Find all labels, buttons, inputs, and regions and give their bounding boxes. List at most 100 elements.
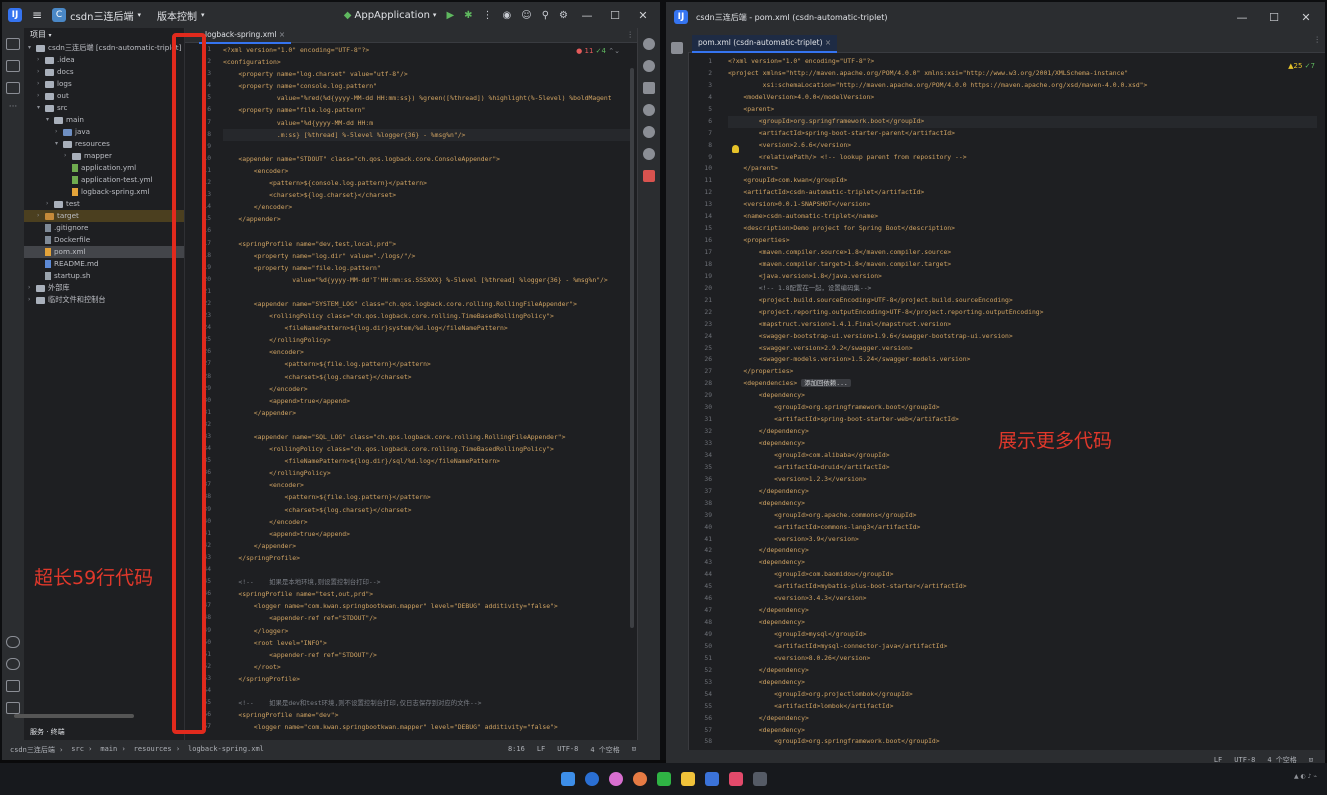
- code-area[interactable]: <?xml version="1.0" encoding="UTF-8"?> <p…: [728, 56, 1317, 748]
- vcs-widget[interactable]: 版本控制 ▾: [157, 8, 205, 23]
- tree-item[interactable]: pom.xml: [24, 246, 184, 258]
- caret-position[interactable]: 8:16: [508, 745, 525, 755]
- expand-arrow-icon[interactable]: ›: [28, 294, 36, 306]
- tree-item[interactable]: ▾ resources: [24, 138, 184, 150]
- tree-item[interactable]: › java: [24, 126, 184, 138]
- project-switcher[interactable]: Ccsdn三连后端 ▾: [52, 8, 141, 23]
- breadcrumb-item[interactable]: src ›: [71, 745, 92, 755]
- commit-icon[interactable]: [6, 60, 20, 72]
- project-icon[interactable]: [6, 38, 20, 50]
- line-separator[interactable]: LF: [537, 745, 545, 755]
- tree-item[interactable]: › .idea: [24, 54, 184, 66]
- git-icon[interactable]: [6, 702, 20, 714]
- maximize-button[interactable]: ☐: [1265, 11, 1283, 24]
- expand-arrow-icon[interactable]: ▾: [28, 42, 36, 54]
- run-config-selector[interactable]: ◆ AppApplication ▾: [344, 10, 437, 21]
- copilot-icon[interactable]: [643, 126, 655, 138]
- terminal-icon[interactable]: [6, 658, 20, 670]
- store-icon[interactable]: [704, 772, 719, 786]
- project-panel-header[interactable]: 项目 ▾: [24, 28, 184, 42]
- tree-item[interactable]: › docs: [24, 66, 184, 78]
- tree-item[interactable]: › logs: [24, 78, 184, 90]
- breadcrumb-item[interactable]: logback-spring.xml: [188, 745, 264, 755]
- notifications-icon[interactable]: [671, 42, 683, 54]
- lock-icon[interactable]: ⊡: [632, 745, 636, 755]
- tree-item[interactable]: ▾ csdn三连后端 [csdn-automatic-triplet]: [24, 42, 184, 54]
- minimize-button[interactable]: —: [1233, 11, 1251, 24]
- horizontal-scrollbar[interactable]: [14, 714, 134, 718]
- database-icon[interactable]: [643, 60, 655, 72]
- expand-arrow-icon[interactable]: ›: [37, 66, 45, 78]
- tree-item[interactable]: .gitignore: [24, 222, 184, 234]
- problems-icon[interactable]: [6, 680, 20, 692]
- main-menu-button[interactable]: IJ ≡: [8, 8, 42, 22]
- expand-arrow-icon[interactable]: ›: [64, 150, 72, 162]
- breadcrumb-item[interactable]: resources ›: [134, 745, 180, 755]
- close-button[interactable]: ✕: [634, 9, 652, 22]
- tab-pom-xml[interactable]: pom.xml (csdn-automatic-triplet) ×: [692, 35, 838, 53]
- tree-item[interactable]: README.md: [24, 258, 184, 270]
- settings-icon[interactable]: ⚙: [559, 10, 568, 21]
- code-area[interactable]: <?xml version="1.0" encoding="UTF-8"?> <c…: [223, 44, 632, 733]
- tree-item[interactable]: application-test.yml: [24, 174, 184, 186]
- breadcrumb-item[interactable]: csdn三连后端 ›: [10, 745, 63, 755]
- expand-arrow-icon[interactable]: ›: [37, 210, 45, 222]
- close-button[interactable]: ✕: [1297, 11, 1315, 24]
- expand-arrow-icon[interactable]: ›: [28, 282, 36, 294]
- chrome-icon[interactable]: [632, 772, 647, 786]
- tab-more-icon[interactable]: ⋮: [1314, 35, 1322, 44]
- inlay-hint[interactable]: 添加回依赖...: [801, 379, 851, 388]
- tree-item[interactable]: › mapper: [24, 150, 184, 162]
- minimize-button[interactable]: —: [578, 9, 596, 22]
- settings-app-icon[interactable]: [752, 772, 767, 786]
- folder-icon[interactable]: [680, 772, 695, 786]
- profile-icon[interactable]: ☺: [521, 10, 531, 21]
- tree-item[interactable]: › target: [24, 210, 184, 222]
- wechat-icon[interactable]: [656, 772, 671, 786]
- intellij-icon[interactable]: [728, 772, 743, 786]
- more-icon[interactable]: ···: [6, 103, 20, 116]
- expand-arrow-icon[interactable]: ▾: [55, 138, 63, 150]
- tree-item[interactable]: › 临时文件和控制台: [24, 294, 184, 306]
- lightbulb-icon[interactable]: [732, 145, 739, 153]
- browser-icon[interactable]: [584, 772, 599, 786]
- tree-item[interactable]: › test: [24, 198, 184, 210]
- close-icon[interactable]: ×: [279, 30, 285, 39]
- tree-item[interactable]: ▾ main: [24, 114, 184, 126]
- tree-item[interactable]: startup.sh: [24, 270, 184, 282]
- tree-item[interactable]: Dockerfile: [24, 234, 184, 246]
- close-icon[interactable]: ×: [825, 38, 831, 47]
- expand-arrow-icon[interactable]: ›: [46, 198, 54, 210]
- tree-item[interactable]: › 外部库: [24, 282, 184, 294]
- tree-item[interactable]: › out: [24, 90, 184, 102]
- indent-setting[interactable]: 4 个空格: [590, 745, 619, 755]
- debug-icon[interactable]: ✱: [464, 10, 472, 21]
- maximize-button[interactable]: ☐: [606, 9, 624, 22]
- services-icon[interactable]: [6, 636, 20, 648]
- file-encoding[interactable]: UTF-8: [557, 745, 578, 755]
- breadcrumb-item[interactable]: main ›: [100, 745, 125, 755]
- expand-arrow-icon[interactable]: ›: [55, 126, 63, 138]
- expand-arrow-icon[interactable]: ▾: [46, 114, 54, 126]
- search-icon[interactable]: ⚲: [542, 10, 549, 21]
- bottom-tool-label[interactable]: 服务 · 终端: [24, 724, 184, 740]
- vertical-scrollbar[interactable]: [630, 68, 634, 628]
- plugin-icon[interactable]: [643, 170, 655, 182]
- ai-assistant-icon[interactable]: [643, 148, 655, 160]
- app-icon[interactable]: [608, 772, 623, 786]
- structure-icon[interactable]: [6, 82, 20, 94]
- tree-item[interactable]: logback-spring.xml: [24, 186, 184, 198]
- expand-arrow-icon[interactable]: ›: [37, 54, 45, 66]
- run-icon[interactable]: ▶: [446, 10, 454, 21]
- tree-item[interactable]: application.yml: [24, 162, 184, 174]
- expand-arrow-icon[interactable]: ›: [37, 90, 45, 102]
- tab-more-icon[interactable]: ⋮: [627, 28, 635, 42]
- gradle-icon[interactable]: [643, 104, 655, 116]
- vcs-icon[interactable]: ◉: [503, 10, 512, 21]
- tree-item[interactable]: ▾ src: [24, 102, 184, 114]
- tab-logback-spring[interactable]: logback-spring.xml ×: [199, 28, 292, 44]
- notifications-icon[interactable]: [643, 38, 655, 50]
- start-icon[interactable]: [560, 772, 575, 786]
- expand-arrow-icon[interactable]: ›: [37, 78, 45, 90]
- more-actions-icon[interactable]: ⋮: [483, 10, 493, 21]
